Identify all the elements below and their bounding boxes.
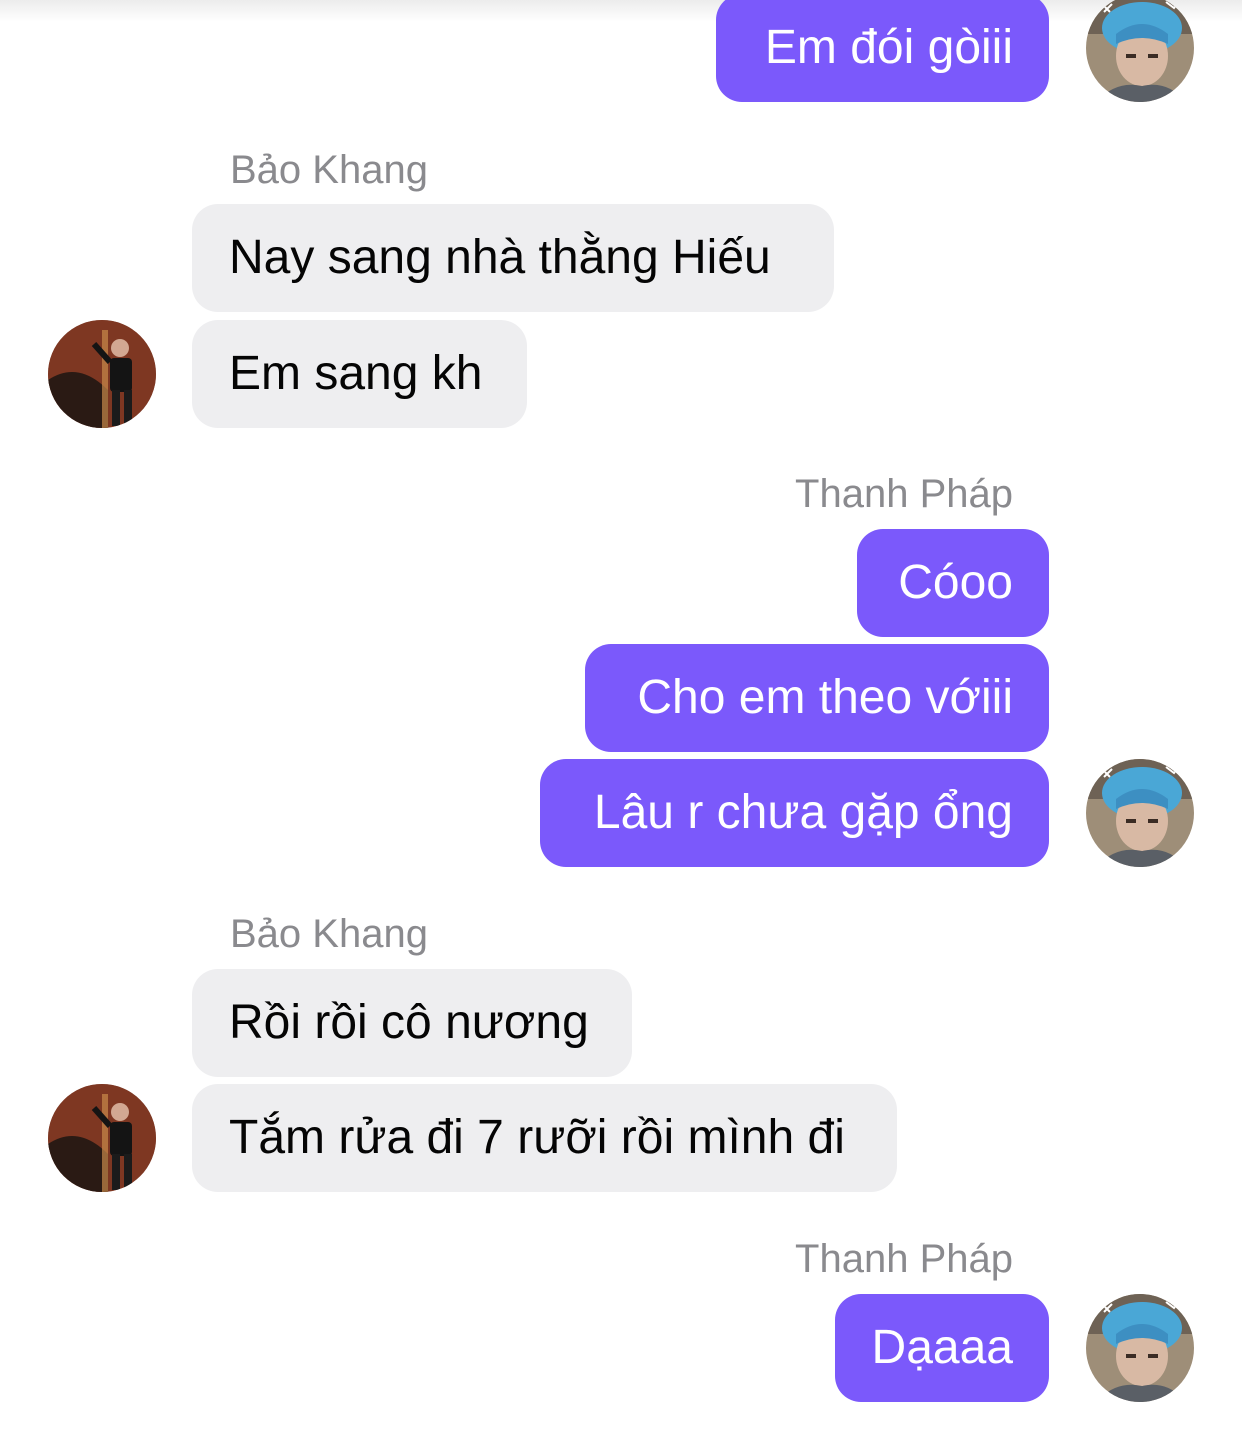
sender-name: Thanh Pháp	[795, 1237, 1013, 1281]
message-text: Em sang kh	[229, 347, 483, 400]
message-bubble-incoming[interactable]: Em sang kh	[192, 320, 527, 428]
message-text: Cho em theo vớiii	[637, 671, 1013, 724]
message-bubble-outgoing[interactable]: Cóoo	[857, 529, 1049, 637]
chat-thread[interactable]: Em đói gòiii Bảo Khang Nay sang nhà thằn…	[0, 0, 1242, 1454]
avatar-bao-khang[interactable]	[48, 1084, 156, 1192]
avatar-thanh-phap[interactable]	[1086, 1294, 1194, 1402]
avatar-bao-khang[interactable]	[48, 320, 156, 428]
message-text: Tắm rửa đi 7 rưỡi rồi mình đi	[229, 1111, 845, 1164]
avatar-dark-photo-icon	[48, 1084, 156, 1192]
message-bubble-outgoing[interactable]: Dạaaa	[835, 1294, 1049, 1402]
message-bubble-incoming[interactable]: Tắm rửa đi 7 rưỡi rồi mình đi	[192, 1084, 897, 1192]
sender-name: Bảo Khang	[230, 148, 428, 192]
message-bubble-outgoing[interactable]: Em đói gòiii	[716, 0, 1049, 102]
avatar-thanh-phap[interactable]	[1086, 759, 1194, 867]
avatar-blue-hair-icon	[1086, 0, 1194, 102]
message-text: Lâu r chưa gặp ổng	[593, 786, 1013, 839]
sender-name: Bảo Khang	[230, 912, 428, 956]
message-text: Em đói gòiii	[764, 21, 1013, 74]
message-text: Nay sang nhà thằng Hiếu	[229, 231, 771, 284]
avatar-blue-hair-icon	[1086, 759, 1194, 867]
avatar-dark-photo-icon	[48, 320, 156, 428]
message-text: Cóoo	[898, 556, 1013, 609]
sender-name: Thanh Pháp	[795, 472, 1013, 516]
message-bubble-outgoing[interactable]: Lâu r chưa gặp ổng	[540, 759, 1049, 867]
message-bubble-incoming[interactable]: Nay sang nhà thằng Hiếu	[192, 204, 834, 312]
message-text: Rồi rồi cô nương	[229, 996, 589, 1049]
top-fade	[0, 0, 1242, 22]
message-bubble-outgoing[interactable]: Cho em theo vớiii	[585, 644, 1049, 752]
avatar-thanh-phap[interactable]	[1086, 0, 1194, 102]
avatar-blue-hair-icon	[1086, 1294, 1194, 1402]
message-bubble-incoming[interactable]: Rồi rồi cô nương	[192, 969, 632, 1077]
message-text: Dạaaa	[871, 1321, 1013, 1374]
